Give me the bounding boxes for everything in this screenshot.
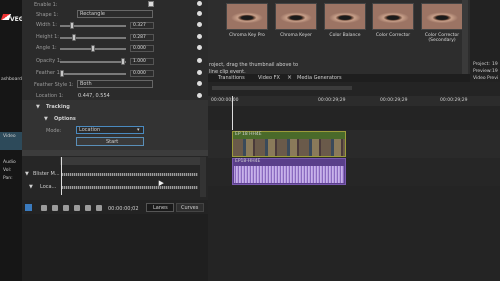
height-label: Height 1: xyxy=(36,34,59,40)
tracking-header[interactable]: Tracking xyxy=(46,104,70,110)
keyframe-button[interactable] xyxy=(197,34,202,39)
angle-label: Angle 1: xyxy=(36,45,57,51)
location-value[interactable]: 0.447, 0.554 xyxy=(78,93,110,99)
automation-ruler xyxy=(60,157,200,165)
location-expand-icon[interactable]: ▼ xyxy=(29,184,33,190)
pan-label: Pan: xyxy=(3,176,13,181)
audio-event-label: EP18-HH4E xyxy=(235,159,261,164)
project-label: Project: xyxy=(473,62,490,67)
keyframe-button[interactable] xyxy=(197,1,202,6)
keyframe-button[interactable] xyxy=(197,93,202,98)
mode-label: Mode: xyxy=(46,128,62,134)
feather-label: Feather 1: xyxy=(36,70,62,76)
transport-time: 00:00:00;02 xyxy=(108,206,139,212)
tracking-expand-icon[interactable]: ▼ xyxy=(36,104,40,110)
fx-thumb-color-corrector-secondary[interactable] xyxy=(421,3,463,30)
angle-field[interactable]: 0.000 xyxy=(130,45,154,52)
video-track-label: Video xyxy=(3,134,16,139)
width-slider-thumb[interactable] xyxy=(70,22,74,29)
keyframe-button[interactable] xyxy=(197,11,202,16)
tab-transitions[interactable]: Transitions xyxy=(218,75,245,81)
dashboard-label[interactable]: ashboard xyxy=(1,77,22,82)
ruler-tick-3: 00:00:29;29 xyxy=(440,98,468,103)
lane-label-location: Loca... xyxy=(40,184,57,190)
width-field[interactable]: 0.327 xyxy=(130,22,154,29)
height-field[interactable]: 0.287 xyxy=(130,34,154,41)
vol-label: Vol: xyxy=(3,168,12,173)
fx-label-color-corrector: Color Corrector xyxy=(375,33,411,38)
location-lane-keyframes[interactable] xyxy=(62,186,198,189)
blister-expand-icon[interactable]: ▼ xyxy=(25,171,29,177)
height-slider-track[interactable] xyxy=(60,37,126,39)
lane-label-blister: Blister M... xyxy=(33,171,60,177)
ruler-tick-1: 00:00:29;29 xyxy=(318,98,346,103)
tab-video-fx[interactable]: Video FX xyxy=(258,75,280,81)
stop-icon[interactable] xyxy=(52,205,58,211)
add-keyframe-icon[interactable] xyxy=(85,205,91,211)
fx-thumb-color-balance[interactable] xyxy=(324,3,366,30)
video-event-label: EP 18 HH4E xyxy=(235,132,262,137)
ruler-tick-2: 00:00:29;29 xyxy=(380,98,408,103)
opacity-slider-track[interactable] xyxy=(60,61,126,63)
select-tool-icon[interactable] xyxy=(25,204,32,211)
tab-lanes-label: Lanes xyxy=(153,205,168,211)
video-preview-label: Video Previ xyxy=(473,76,499,81)
preview-value: 19 xyxy=(492,69,498,74)
fx-hint-line1: roject, drag the thumbnail above to xyxy=(209,62,299,68)
keyframe-button[interactable] xyxy=(197,22,202,27)
keyframe-button[interactable] xyxy=(197,70,202,75)
fx-label-color-corrector-secondary: Color Corrector (Secondary) xyxy=(424,33,460,43)
tab-curves-label: Curves xyxy=(181,205,199,211)
automation-scrollbar[interactable] xyxy=(200,157,206,197)
fx-label-chroma-key-pro: Chroma Key Pro xyxy=(229,33,265,38)
mode-value: Location xyxy=(79,127,101,133)
prev-keyframe-icon[interactable] xyxy=(63,205,69,211)
fx-label-color-balance: Color Balance xyxy=(329,33,361,38)
angle-slider-thumb[interactable] xyxy=(91,45,95,52)
preview-label: Preview: xyxy=(473,69,492,74)
options-expand-icon[interactable]: ▼ xyxy=(44,116,48,122)
location-label: Location 1: xyxy=(36,93,64,99)
shape-value: Rectangle xyxy=(80,11,105,17)
tab-media-generators[interactable]: Media Generators xyxy=(297,75,342,81)
opacity-label: Opacity 1: xyxy=(36,58,62,64)
mode-dropdown-arrow-icon: ▾ xyxy=(137,127,140,133)
width-label: Width 1: xyxy=(36,22,57,28)
height-slider-thumb[interactable] xyxy=(72,34,76,41)
options-header[interactable]: Options xyxy=(54,116,76,122)
keyframe-button[interactable] xyxy=(197,45,202,50)
feather-slider-thumb[interactable] xyxy=(60,70,64,77)
project-value: 19 xyxy=(492,62,498,67)
enable-checkbox[interactable] xyxy=(148,1,154,7)
audio-track-label: Audio xyxy=(3,160,16,165)
fx-thumb-color-corrector[interactable] xyxy=(372,3,414,30)
blister-lane-keyframes[interactable] xyxy=(62,173,198,176)
enable-label: Enable 1: xyxy=(34,2,58,8)
audio-waveform xyxy=(234,166,344,183)
delete-keyframe-icon[interactable] xyxy=(96,205,102,211)
keyframe-button[interactable] xyxy=(197,58,202,63)
play-icon[interactable] xyxy=(41,205,47,211)
ruler-tick-0: 00:00:00;00 xyxy=(211,98,239,103)
timeline-scroll[interactable] xyxy=(212,86,352,90)
feather-slider-track[interactable] xyxy=(60,73,126,75)
fx-thumb-chroma-key-pro[interactable] xyxy=(226,3,268,30)
tab-close-icon[interactable]: × xyxy=(287,74,292,81)
fx-browser-scrollbar[interactable] xyxy=(462,0,468,74)
automation-playhead[interactable] xyxy=(61,157,62,195)
feather-style-value: Both xyxy=(80,81,92,87)
fx-label-chroma-keyer: Chroma Keyer xyxy=(280,33,312,38)
opacity-slider-thumb[interactable] xyxy=(121,58,125,65)
feather-style-label: Feather Style 1: xyxy=(34,82,74,88)
next-keyframe-icon[interactable] xyxy=(74,205,80,211)
video-event-thumbnails xyxy=(233,139,345,156)
keyframe-button[interactable] xyxy=(197,81,202,86)
opacity-field[interactable]: 1.000 xyxy=(130,58,154,65)
feather-field[interactable]: 0.000 xyxy=(130,70,154,77)
app-window: VEGAS ashboard Video Audio Vol: Pan: Ena… xyxy=(0,0,500,281)
start-button-label: Start xyxy=(106,139,119,145)
fx-thumb-chroma-keyer[interactable] xyxy=(275,3,317,30)
shape-label: Shape 1: xyxy=(36,12,59,18)
